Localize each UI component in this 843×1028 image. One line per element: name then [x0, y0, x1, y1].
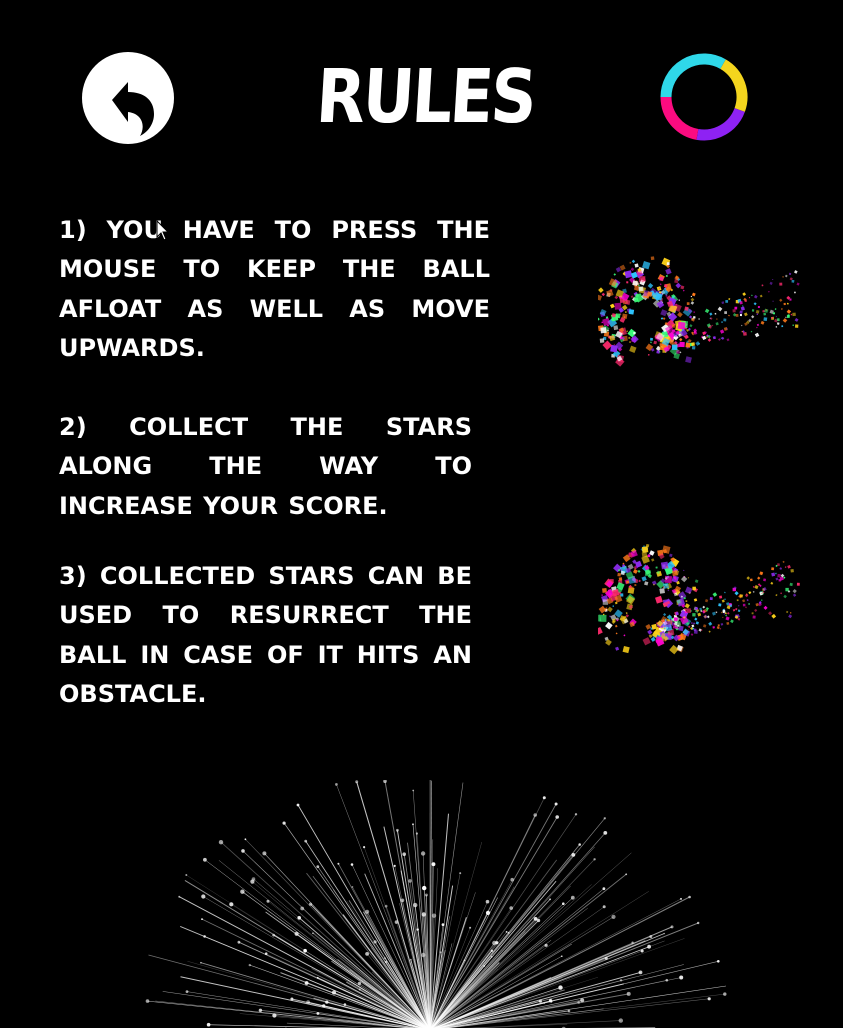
back-button[interactable] — [82, 52, 174, 144]
undo-arrow-icon — [112, 82, 154, 136]
ring-segment — [719, 59, 748, 112]
ring-segment — [696, 107, 745, 141]
firework-icon — [145, 780, 727, 1028]
page-title: RULES — [313, 54, 537, 140]
color-switch-ring-icon[interactable] — [659, 52, 749, 142]
rule-2-text: 2) COLLECT THE STARS ALONG THE WAY TO IN… — [59, 413, 472, 520]
mouse-cursor-icon — [156, 220, 170, 241]
rule-3-text: 3) COLLECTED STARS CAN BE USED TO RESURR… — [59, 562, 472, 708]
particle-burst-icon — [598, 256, 800, 367]
ring-segment — [660, 96, 699, 140]
ring-segment — [660, 53, 726, 98]
rule-1-text: 1) YOU HAVE TO PRESS THE MOUSE TO KEEP T… — [59, 216, 490, 362]
particle-burst-icon — [598, 544, 800, 655]
